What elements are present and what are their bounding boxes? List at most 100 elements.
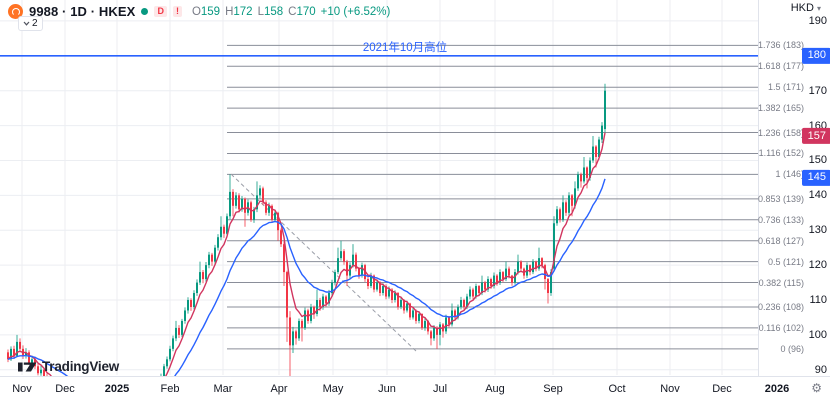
candle-body: [541, 258, 543, 265]
candle-body: [562, 202, 564, 219]
ohlc-readout: O159 H172 L158 C170 +10 (+6.52%): [192, 6, 390, 18]
time-axis[interactable]: NovDec2025FebMarAprMayJunJulAugSepOctNov…: [0, 376, 830, 401]
candle-body: [565, 202, 567, 212]
candle-body: [580, 174, 582, 181]
fib-level-label: 1.116 (152): [759, 148, 804, 158]
tradingview-watermark: TradingView: [18, 359, 119, 374]
fib-level-label: 1.618 (177): [758, 61, 804, 71]
fib-level-label: 0.116 (102): [759, 323, 804, 333]
candle-body: [400, 300, 402, 307]
candle-body: [568, 195, 570, 212]
time-tick-label: Mar: [214, 383, 233, 395]
candle-body: [172, 338, 174, 348]
candle-body: [424, 321, 426, 328]
price-tick-label: 90: [815, 364, 827, 376]
fib-level-label: 0.618 (127): [758, 236, 804, 246]
candle-body: [484, 283, 486, 290]
indicators-collapse-button[interactable]: 2: [18, 16, 43, 31]
candle-body: [511, 276, 513, 283]
candle-body: [319, 300, 321, 307]
candlestick-chart[interactable]: 2021年10月高位: [0, 0, 758, 376]
time-tick-label: Jun: [378, 383, 396, 395]
candle-body: [238, 195, 240, 209]
candle-body: [298, 321, 300, 338]
time-tick-label: Dec: [55, 383, 75, 395]
candle-body: [430, 331, 432, 338]
candle-body: [577, 174, 579, 188]
candle-body: [274, 213, 276, 220]
candle-body: [217, 237, 219, 247]
time-tick-label: Jul: [433, 383, 447, 395]
time-tick-label: Feb: [161, 383, 180, 395]
candle-body: [439, 324, 441, 334]
candle-body: [295, 331, 297, 338]
candle-body: [163, 366, 165, 376]
candle-body: [286, 272, 288, 317]
candle-body: [220, 227, 222, 237]
candle-body: [199, 272, 201, 282]
candle-body: [412, 310, 414, 317]
candle-body: [601, 126, 603, 140]
candle-body: [289, 317, 291, 345]
candle-body: [235, 195, 237, 205]
candle-body: [460, 300, 462, 307]
currency-selector[interactable]: HKD ▾: [789, 2, 823, 14]
candle-body: [19, 342, 21, 349]
candle-body: [376, 283, 378, 290]
price-tick-label: 120: [809, 259, 827, 271]
candle-body: [325, 297, 327, 304]
chart-pane[interactable]: 2021年10月高位 9988 · 1D · HKEX D ! O159 H17…: [0, 0, 758, 376]
candle-body: [502, 272, 504, 279]
candle-body: [415, 310, 417, 320]
price-tick-label: 140: [809, 189, 827, 201]
time-tick-label: Dec: [712, 383, 732, 395]
time-tick-label: Apr: [270, 383, 287, 395]
candle-body: [232, 192, 234, 206]
chart-settings-gear-icon[interactable]: ⚙: [811, 382, 822, 394]
data-alert-badge[interactable]: !: [173, 6, 182, 17]
symbol-title[interactable]: 9988 · 1D · HKEX: [29, 4, 135, 19]
candle-body: [490, 279, 492, 286]
candle-body: [292, 331, 294, 345]
candle-body: [262, 188, 264, 202]
candle-body: [463, 300, 465, 307]
candle-body: [211, 255, 213, 262]
candle-body: [187, 300, 189, 310]
time-tick-label: Sep: [543, 383, 563, 395]
delayed-data-badge[interactable]: D: [154, 6, 167, 17]
fib-level-label: 0.236 (108): [758, 302, 804, 312]
candle-body: [301, 321, 303, 328]
candle-body: [508, 269, 510, 276]
price-tick-label: 110: [809, 294, 827, 306]
candle-body: [175, 328, 177, 338]
fib-level-label: 0.853 (139): [758, 194, 804, 204]
candle-body: [547, 279, 549, 293]
candle-body: [208, 255, 210, 265]
candle-body: [517, 262, 519, 272]
slow-ma-value-label: 145: [802, 170, 830, 186]
time-tick-label: Nov: [660, 383, 680, 395]
candle-body: [496, 276, 498, 283]
candle-body: [346, 262, 348, 276]
fib-level-label: 1 (146): [775, 169, 804, 179]
trendline-dashed[interactable]: [231, 174, 417, 352]
candle-body: [604, 91, 606, 129]
candle-body: [343, 251, 345, 261]
horizontal-line-label[interactable]: 2021年10月高位: [363, 40, 447, 54]
candle-body: [166, 359, 168, 366]
tradingview-chart-window: 2021年10月高位 9988 · 1D · HKEX D ! O159 H17…: [0, 0, 830, 401]
candle-body: [445, 317, 447, 331]
price-tick-label: 170: [809, 85, 827, 97]
fast-ema-line[interactable]: [8, 133, 605, 376]
fib-level-label: 1.236 (158): [758, 128, 804, 138]
horizontal-line-price-label: 180: [802, 48, 830, 64]
change-readout: +10 (+6.52%): [321, 6, 391, 18]
price-axis[interactable]: HKD ▾ 190180170160150140130120110100901.…: [758, 0, 830, 376]
fib-level-label: 0.382 (115): [759, 278, 804, 288]
candle-body: [202, 272, 204, 279]
candle-body: [406, 303, 408, 310]
candle-body: [337, 258, 339, 272]
candle-body: [592, 147, 594, 161]
candle-body: [559, 209, 561, 219]
candle-body: [178, 328, 180, 335]
